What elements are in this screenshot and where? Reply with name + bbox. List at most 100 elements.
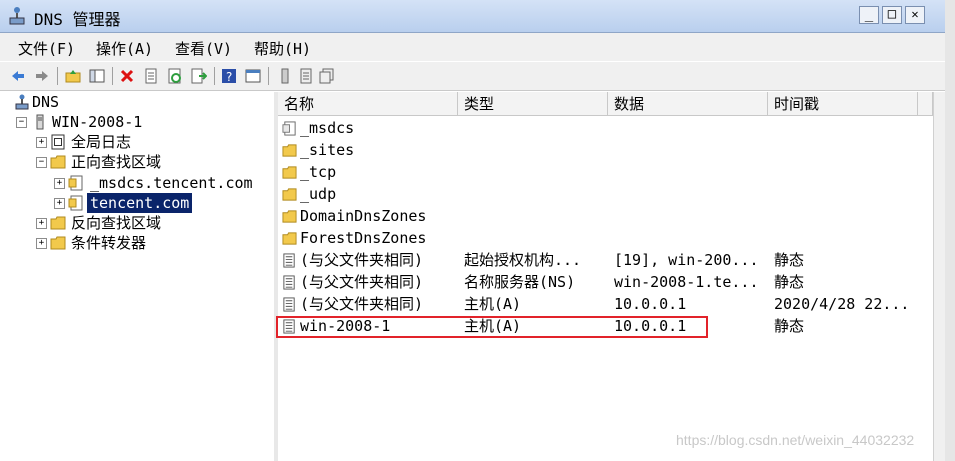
menu-action[interactable]: 操作(A) bbox=[96, 38, 153, 59]
table-row[interactable]: _msdcs bbox=[278, 117, 933, 139]
folder-icon bbox=[50, 155, 66, 169]
toolbar-separator bbox=[112, 67, 113, 85]
refresh-icon[interactable] bbox=[167, 68, 183, 84]
menu-view[interactable]: 查看(V) bbox=[175, 38, 232, 59]
cell-type: 主机(A) bbox=[464, 295, 522, 313]
collapse-icon[interactable]: − bbox=[36, 157, 47, 168]
cell-name: DomainDnsZones bbox=[300, 207, 427, 225]
menu-bar: 文件(F) 操作(A) 查看(V) 帮助(H) bbox=[0, 33, 945, 61]
server-icon[interactable] bbox=[277, 68, 293, 84]
tree-item-label: 全局日志 bbox=[71, 133, 132, 151]
collapse-icon[interactable]: − bbox=[16, 117, 27, 128]
menu-help[interactable]: 帮助(H) bbox=[254, 38, 311, 59]
folder-icon bbox=[282, 188, 297, 201]
tree-pane: DNS − WIN-2008-1 + 全局日志 − 正向查找区域 + _msdc… bbox=[8, 92, 275, 461]
expand-icon[interactable]: + bbox=[36, 238, 47, 249]
expand-icon[interactable]: + bbox=[54, 178, 65, 189]
cell-timestamp: 静态 bbox=[774, 273, 805, 291]
delete-icon[interactable] bbox=[119, 68, 135, 84]
folder-icon bbox=[50, 216, 66, 230]
title-bar: DNS 管理器 _ □ ✕ bbox=[0, 0, 945, 33]
toolbar-separator bbox=[214, 67, 215, 85]
maximize-button[interactable]: □ bbox=[882, 6, 902, 24]
dns-server-icon bbox=[15, 94, 29, 110]
cell-type: 起始授权机构... bbox=[464, 251, 582, 269]
cell-name: (与父文件夹相同) bbox=[300, 251, 424, 269]
properties-icon[interactable] bbox=[143, 68, 159, 84]
folder-icon bbox=[282, 232, 297, 245]
cell-timestamp: 2020/4/28 22... bbox=[774, 295, 910, 313]
cell-type: 名称服务器(NS) bbox=[464, 273, 576, 291]
folder-icon bbox=[282, 210, 297, 223]
record-icon bbox=[283, 297, 295, 312]
tree-item-label: _msdcs.tencent.com bbox=[90, 174, 253, 192]
server-icon bbox=[36, 114, 44, 130]
column-header-data[interactable]: 数据 bbox=[608, 92, 768, 116]
cell-timestamp: 静态 bbox=[774, 251, 805, 269]
cell-name: ForestDnsZones bbox=[300, 229, 427, 247]
tree-item-label: 反向查找区域 bbox=[71, 214, 162, 232]
column-header-type[interactable]: 类型 bbox=[458, 92, 608, 116]
cell-data: win-2008-1.te... bbox=[614, 273, 759, 291]
cell-data: 10.0.0.1 bbox=[614, 295, 687, 313]
tree-item-label: WIN-2008-1 bbox=[52, 113, 143, 131]
table-row[interactable]: ForestDnsZones bbox=[278, 227, 933, 249]
tree-item-label: 正向查找区域 bbox=[71, 153, 162, 171]
window-title: DNS 管理器 bbox=[34, 10, 121, 29]
folder-icon bbox=[50, 236, 66, 250]
zone-icon bbox=[68, 175, 83, 191]
table-row[interactable]: _udp bbox=[278, 183, 933, 205]
folder-icon bbox=[282, 144, 297, 157]
column-header-filler bbox=[918, 92, 933, 116]
tree-item-label: DNS bbox=[32, 93, 60, 111]
forward-icon[interactable] bbox=[34, 68, 50, 84]
folder-icon bbox=[282, 166, 297, 179]
zone-icon bbox=[68, 195, 83, 211]
cell-name: _tcp bbox=[300, 163, 337, 181]
record-icon bbox=[283, 275, 295, 290]
svg-text:?: ? bbox=[226, 70, 232, 84]
close-button[interactable]: ✕ bbox=[905, 6, 925, 24]
minimize-button[interactable]: _ bbox=[859, 6, 879, 24]
toolbar: ? bbox=[0, 62, 945, 91]
records-list: 名称 类型 数据 时间戳 _msdcs _sites _tcp _udp DomainD… bbox=[278, 92, 933, 461]
log-icon bbox=[51, 134, 65, 150]
show-hide-tree-icon[interactable] bbox=[89, 68, 105, 84]
up-folder-icon[interactable] bbox=[65, 68, 81, 84]
expand-icon[interactable]: + bbox=[36, 137, 47, 148]
zone-list-icon[interactable] bbox=[298, 68, 314, 84]
cell-name: (与父文件夹相同) bbox=[300, 295, 424, 313]
view-icon[interactable] bbox=[245, 68, 261, 84]
toolbar-separator bbox=[268, 67, 269, 85]
cell-timestamp: 静态 bbox=[774, 317, 805, 335]
table-row[interactable]: _sites bbox=[278, 139, 933, 161]
cell-data: [19], win-200... bbox=[614, 251, 759, 269]
column-header-name[interactable]: 名称 bbox=[278, 92, 458, 116]
table-row[interactable]: DomainDnsZones bbox=[278, 205, 933, 227]
cell-name: (与父文件夹相同) bbox=[300, 273, 424, 291]
table-row[interactable]: _tcp bbox=[278, 161, 933, 183]
table-row[interactable]: (与父文件夹相同) 起始授权机构... [19], win-200... 静态 bbox=[278, 249, 933, 271]
copy-icon[interactable] bbox=[319, 68, 335, 84]
cell-name: _sites bbox=[300, 141, 355, 159]
watermark: https://blog.csdn.net/weixin_44032232 bbox=[676, 432, 915, 448]
table-row[interactable]: (与父文件夹相同) 主机(A) 10.0.0.1 2020/4/28 22... bbox=[278, 293, 933, 315]
expand-icon[interactable]: + bbox=[36, 218, 47, 229]
cell-name: _msdcs bbox=[300, 119, 355, 137]
record-icon bbox=[283, 253, 295, 268]
highlight-box bbox=[276, 316, 708, 338]
column-header-timestamp[interactable]: 时间戳 bbox=[768, 92, 918, 116]
export-icon[interactable] bbox=[191, 68, 207, 84]
tree-item-label: 条件转发器 bbox=[71, 234, 147, 252]
window-edge bbox=[945, 0, 955, 461]
table-row[interactable]: (与父文件夹相同) 名称服务器(NS) win-2008-1.te... 静态 bbox=[278, 271, 933, 293]
menu-file[interactable]: 文件(F) bbox=[18, 38, 75, 59]
cell-name: _udp bbox=[300, 185, 337, 203]
dns-app-icon bbox=[9, 7, 25, 25]
zone-icon bbox=[282, 121, 296, 136]
back-icon[interactable] bbox=[10, 68, 26, 84]
expand-icon[interactable]: + bbox=[54, 198, 65, 209]
tree-item-label-selected: tencent.com bbox=[87, 193, 193, 213]
help-icon[interactable]: ? bbox=[221, 68, 237, 84]
toolbar-separator bbox=[57, 67, 58, 85]
